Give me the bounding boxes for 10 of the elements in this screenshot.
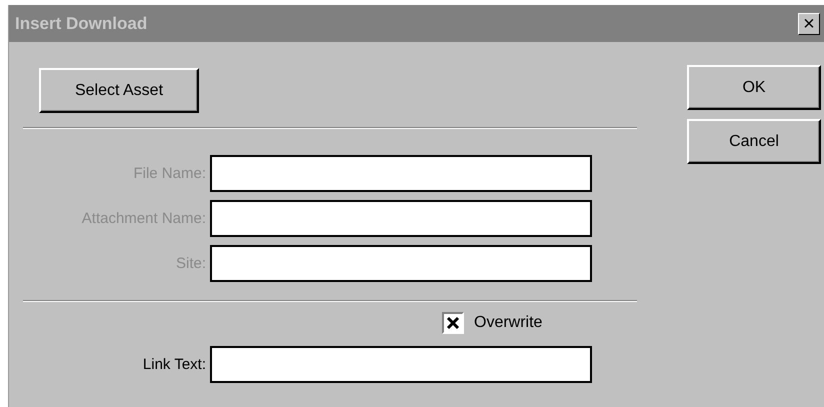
dialog-button[interactable]: Cancel bbox=[687, 119, 821, 164]
field-label: Link Text: bbox=[142, 356, 207, 373]
input-field[interactable] bbox=[210, 346, 592, 383]
select-asset-button[interactable]: Select Asset bbox=[39, 68, 199, 113]
checkbox-label: Overwrite bbox=[474, 314, 542, 332]
dialog-button[interactable]: OK bbox=[687, 65, 821, 110]
close-button[interactable]: × bbox=[798, 12, 820, 34]
window-title: Insert Download bbox=[15, 14, 148, 34]
overwrite-checkbox[interactable] bbox=[442, 312, 464, 334]
cross-mark-icon bbox=[446, 316, 460, 330]
